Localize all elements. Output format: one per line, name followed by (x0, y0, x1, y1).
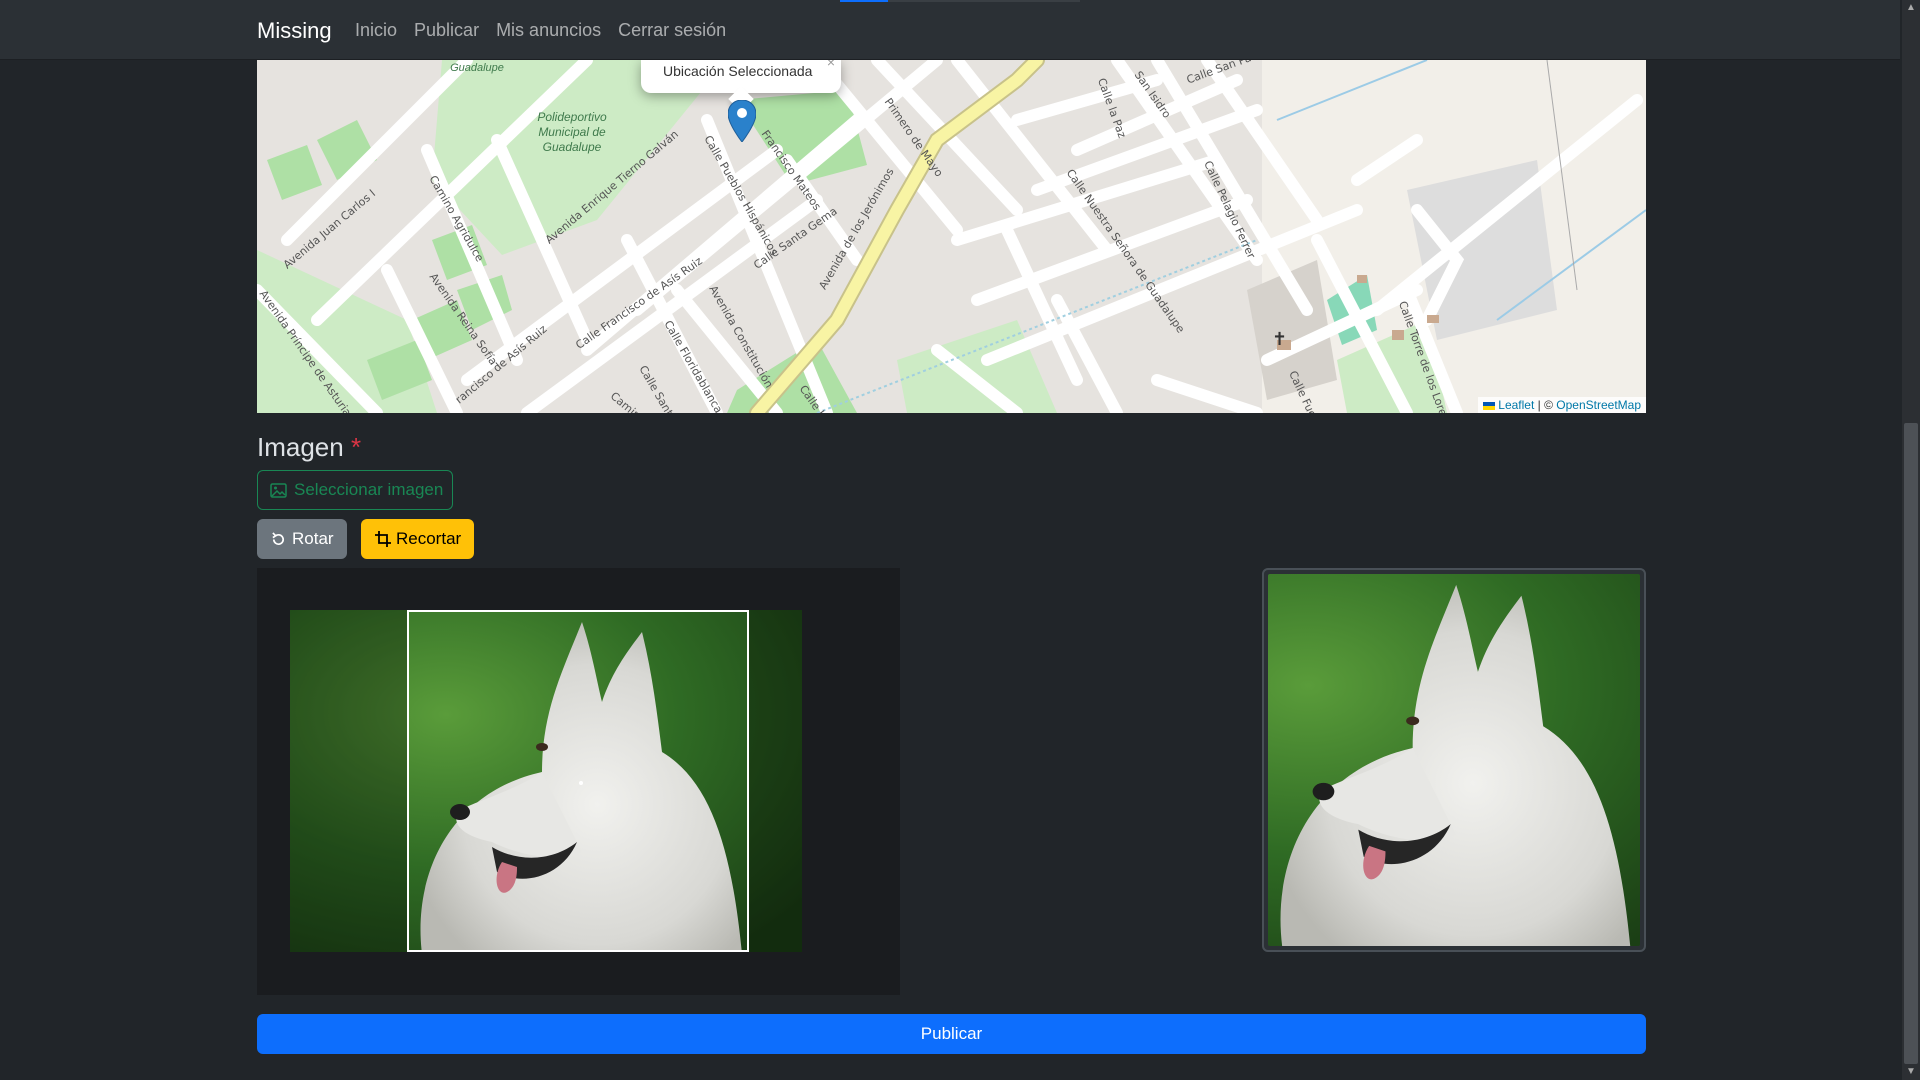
rotate-icon (272, 531, 285, 545)
publish-button[interactable]: Publicar (257, 1014, 1646, 1054)
image-section-title: Imagen * (257, 432, 361, 463)
crop-button[interactable]: Recortar (361, 519, 474, 559)
select-image-button[interactable]: Seleccionar imagen (257, 470, 453, 510)
nav-link-inicio[interactable]: Inicio (355, 20, 397, 41)
rotate-button[interactable]: Rotar (257, 519, 347, 559)
required-mark: * (350, 432, 362, 462)
close-icon[interactable]: × (827, 60, 835, 70)
nav-link-publicar[interactable]: Publicar (414, 20, 479, 41)
ukraine-flag-icon (1483, 401, 1496, 410)
map-label-polideportivo: Polideportivo Municipal de Guadalupe (537, 110, 607, 154)
crop-icon (375, 531, 391, 547)
nav-progress-indicator (840, 0, 1080, 2)
svg-text:✝: ✝ (1272, 329, 1287, 349)
nav-link-mis-anuncios[interactable]: Mis anuncios (496, 20, 601, 41)
nav-links: Inicio Publicar Mis anuncios Cerrar sesi… (355, 20, 726, 41)
popup-text: Ubicación Seleccionada (663, 63, 813, 79)
image-title-text: Imagen (257, 432, 344, 462)
location-map[interactable]: ✝ Polideportivo Municipal de Guadalupe V… (257, 60, 1646, 413)
attribution-separator: | © (1534, 398, 1557, 412)
image-icon (270, 482, 287, 498)
select-image-label: Seleccionar imagen (294, 480, 444, 499)
rotate-label: Rotar (292, 529, 334, 548)
scroll-down-arrow-icon[interactable]: ▼ (1902, 1064, 1920, 1080)
nav-link-cerrar-sesion[interactable]: Cerrar sesión (618, 20, 726, 41)
map-attribution: Leaflet | © OpenStreetMap (1478, 397, 1646, 413)
crop-label: Recortar (396, 529, 462, 548)
brand-logo[interactable]: Missing (257, 18, 332, 44)
scroll-up-arrow-icon[interactable]: ▲ (1902, 0, 1920, 16)
leaflet-link[interactable]: Leaflet (1498, 398, 1534, 412)
preview-image (1268, 574, 1640, 946)
map-popup: Ubicación Seleccionada × (641, 60, 841, 112)
map-label-virgen: Virgen de Guadalupe (450, 62, 504, 74)
openstreetmap-link[interactable]: OpenStreetMap (1556, 398, 1641, 412)
navbar: Missing Inicio Publicar Mis anuncios Cer… (0, 0, 1900, 60)
scrollbar-thumb[interactable] (1904, 423, 1918, 1064)
crop-preview (1262, 568, 1646, 952)
image-cropper[interactable] (257, 568, 900, 995)
crop-selection-box[interactable] (407, 610, 749, 952)
page-scrollbar[interactable]: ▲ ▼ (1902, 0, 1920, 1080)
